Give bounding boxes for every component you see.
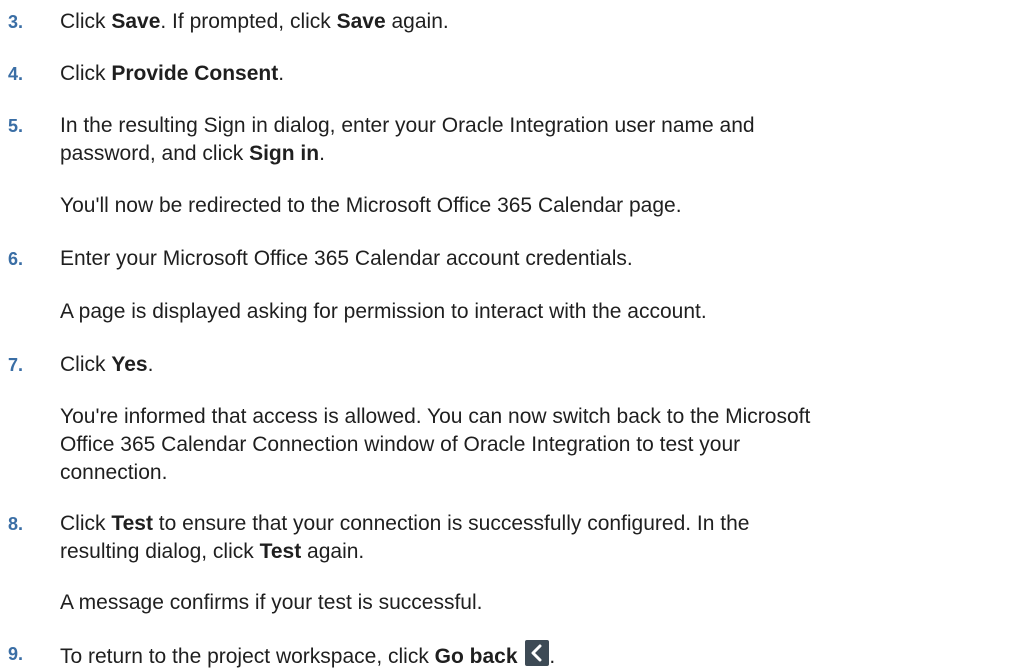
note-line: connection.: [60, 461, 168, 484]
ui-term-test: Test: [111, 512, 153, 535]
text-run: Click: [60, 353, 112, 376]
text-run: .: [278, 62, 285, 85]
text-run: to ensure that your connection is succes…: [152, 512, 750, 535]
text-run: . If prompted, click: [160, 10, 337, 33]
step-text-line: resulting dialog, click Test again.: [60, 538, 1000, 566]
step-text-line: Click Test to ensure that your connectio…: [60, 510, 1000, 538]
step-number: 4.: [8, 64, 24, 84]
step-text: Enter your Microsoft Office 365 Calendar…: [60, 247, 633, 270]
note-line: You're informed that access is allowed. …: [60, 405, 811, 428]
step-5-note: You'll now be redirected to the Microsof…: [60, 194, 682, 217]
step-number: 3.: [8, 12, 24, 32]
text-run: .: [319, 142, 325, 165]
ui-term-test: Test: [259, 540, 302, 563]
step-8-note: A message confirms if your test is succe…: [60, 591, 483, 614]
step-text-line: In the resulting Sign in dialog, enter y…: [60, 114, 755, 137]
step-text-line: password, and click Sign in.: [60, 140, 1000, 168]
step-text: Click Provide Consent.: [60, 60, 1000, 88]
ui-term-go-back: Go back: [434, 645, 518, 668]
step-number: 7.: [8, 355, 24, 375]
chevron-left-icon: [525, 640, 550, 666]
step-7-note: You're informed that access is allowed. …: [60, 403, 1000, 487]
ui-term-save: Save: [336, 10, 386, 33]
step-number: 5.: [8, 116, 24, 136]
text-run: To return to the project workspace, clic…: [60, 645, 435, 668]
ui-term-sign-in: Sign in: [249, 142, 320, 165]
step-text: Click Save. If prompted, click Save agai…: [60, 8, 1000, 36]
text-run: Click: [60, 10, 112, 33]
text-run: Click: [60, 512, 112, 535]
text-run: resulting dialog, click: [60, 540, 260, 563]
note-line: Office 365 Calendar Connection window of…: [60, 433, 741, 456]
ui-term-save: Save: [111, 10, 161, 33]
text-run: again.: [301, 540, 365, 563]
step-text: Click Yes.: [60, 351, 1000, 379]
step-text: To return to the project workspace, clic…: [60, 640, 1000, 671]
step-number: 6.: [8, 249, 24, 269]
step-number: 8.: [8, 514, 24, 534]
step-6-note: A page is displayed asking for permissio…: [60, 300, 707, 323]
text-run: password, and click: [60, 142, 250, 165]
ui-term-provide-consent: Provide Consent: [111, 62, 279, 85]
step-text: In the resulting Sign in dialog, enter y…: [60, 112, 1000, 168]
step-text: Click Test to ensure that your connectio…: [60, 510, 1000, 566]
text-run: Click: [60, 62, 112, 85]
text-run: .: [549, 645, 556, 668]
text-run: .: [147, 353, 154, 376]
text-run: again.: [385, 10, 449, 33]
step-number: 9.: [8, 644, 24, 664]
ui-term-yes: Yes: [111, 353, 148, 376]
